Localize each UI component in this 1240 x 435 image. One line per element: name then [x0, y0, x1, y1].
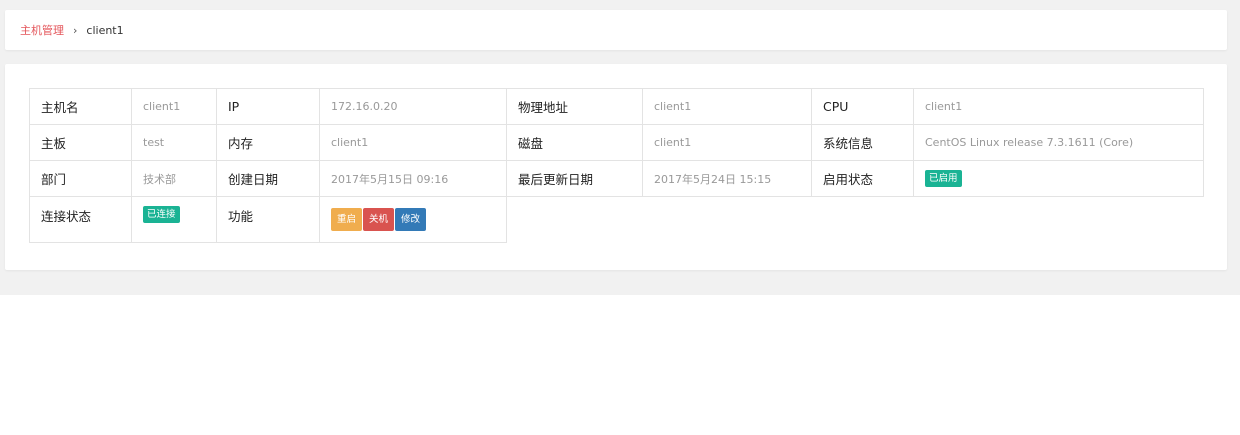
mac-value: client1 — [642, 88, 812, 125]
sysinfo-label: 系统信息 — [811, 124, 914, 161]
disk-value: client1 — [642, 124, 812, 161]
board-value: test — [131, 124, 217, 161]
empty-cell — [507, 197, 643, 243]
created-value: 2017年5月15日 09:16 — [319, 160, 507, 197]
updated-value: 2017年5月24日 15:15 — [642, 160, 812, 197]
empty-cell — [914, 197, 1204, 243]
dept-value: 技术部 — [131, 160, 217, 197]
updated-label: 最后更新日期 — [506, 160, 643, 197]
cpu-value: client1 — [913, 88, 1204, 125]
disk-label: 磁盘 — [506, 124, 643, 161]
breadcrumb-separator-icon: › — [73, 23, 78, 37]
conn-cell: 已连接 — [131, 196, 217, 243]
conn-label: 连接状态 — [29, 196, 132, 243]
breadcrumb-current: client1 — [86, 23, 124, 37]
dept-label: 部门 — [29, 160, 132, 197]
host-info-table: 主机名 client1 IP 172.16.0.20 物理地址 client1 … — [29, 88, 1204, 243]
shutdown-button[interactable]: 关机 — [363, 208, 395, 231]
table-row: 主板 test 内存 client1 磁盘 client1 系统信息 CentO… — [29, 124, 1204, 161]
edit-button[interactable]: 修改 — [395, 208, 427, 231]
board-label: 主板 — [29, 124, 132, 161]
sysinfo-value: CentOS Linux release 7.3.1611 (Core) — [913, 124, 1204, 161]
breadcrumb-link-host-management[interactable]: 主机管理 — [20, 22, 64, 38]
memory-value: client1 — [319, 124, 507, 161]
enabled-label: 启用状态 — [811, 160, 914, 197]
table-row: 连接状态 已连接 功能 重启 关机 修改 — [29, 196, 1204, 243]
table-row: 部门 技术部 创建日期 2017年5月15日 09:16 最后更新日期 2017… — [29, 160, 1204, 197]
cpu-label: CPU — [811, 88, 914, 125]
table-row: 主机名 client1 IP 172.16.0.20 物理地址 client1 … — [29, 88, 1204, 125]
func-cell: 重启 关机 修改 — [319, 196, 507, 243]
enabled-cell: 已启用 — [913, 160, 1204, 197]
hostname-label: 主机名 — [29, 88, 132, 125]
func-label: 功能 — [216, 196, 320, 243]
ip-value: 172.16.0.20 — [319, 88, 507, 125]
created-label: 创建日期 — [216, 160, 320, 197]
connection-status-badge: 已连接 — [143, 206, 180, 223]
breadcrumb: 主机管理 › client1 — [5, 10, 1227, 50]
restart-button[interactable]: 重启 — [331, 208, 363, 231]
ip-label: IP — [216, 88, 320, 125]
empty-cell — [812, 197, 914, 243]
memory-label: 内存 — [216, 124, 320, 161]
hostname-value: client1 — [131, 88, 217, 125]
mac-label: 物理地址 — [506, 88, 643, 125]
host-detail-card: 主机名 client1 IP 172.16.0.20 物理地址 client1 … — [5, 64, 1227, 270]
enabled-status-badge: 已启用 — [925, 170, 962, 187]
empty-cell — [643, 197, 812, 243]
